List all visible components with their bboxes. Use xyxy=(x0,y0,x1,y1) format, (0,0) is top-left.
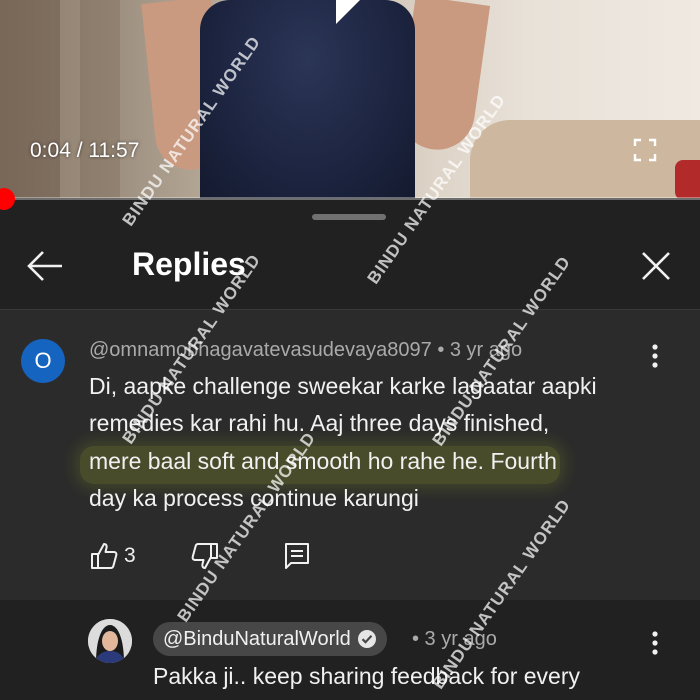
comment-author-meta[interactable]: @omnamobhagavatevasudevaya8097 • 3 yr ag… xyxy=(89,339,522,362)
more-vertical-icon[interactable] xyxy=(643,630,667,656)
thumbs-down-icon[interactable] xyxy=(190,541,220,571)
more-vertical-icon[interactable] xyxy=(643,343,667,369)
avatar[interactable] xyxy=(88,619,132,663)
close-icon[interactable] xyxy=(640,250,672,282)
thumbs-up-icon[interactable] xyxy=(89,541,119,571)
like-count: 3 xyxy=(124,544,136,567)
reply-author: @BinduNaturalWorld xyxy=(163,627,351,650)
arrow-left-icon[interactable] xyxy=(26,249,64,283)
video-player[interactable]: 0:04 / 11:57 xyxy=(0,0,700,198)
time-display: 0:04 / 11:57 xyxy=(30,139,140,162)
verified-check-icon xyxy=(357,630,376,648)
channel-owner-badge[interactable]: @BinduNaturalWorld xyxy=(153,622,387,656)
progress-track[interactable] xyxy=(0,197,700,200)
background-curtain xyxy=(0,0,60,198)
fullscreen-icon[interactable] xyxy=(633,138,657,162)
reply-text: Pakka ji.. keep sharing feedback for eve… xyxy=(153,663,581,689)
background-cushion xyxy=(675,160,700,198)
comment-text-line: Di, aapke challenge sweekar karke lagaat… xyxy=(89,373,597,399)
avatar[interactable]: O xyxy=(21,339,65,383)
comment-text-line: remedies kar rahi hu. Aaj three days fin… xyxy=(89,410,550,436)
comment-text-line: mere baal soft and smooth ho rahe he. Fo… xyxy=(89,448,557,474)
channel-avatar-image xyxy=(88,619,132,663)
drag-handle[interactable] xyxy=(312,214,386,220)
page-title: Replies xyxy=(132,246,246,282)
reply-comment-icon[interactable] xyxy=(282,541,312,571)
background-curtain xyxy=(80,0,120,198)
person-figure xyxy=(200,0,415,198)
background-sofa xyxy=(470,120,700,198)
reply-time: • 3 yr ago xyxy=(412,628,497,650)
comment-text-line: day ka process continue karungi xyxy=(89,485,419,511)
play-icon[interactable] xyxy=(330,0,372,30)
